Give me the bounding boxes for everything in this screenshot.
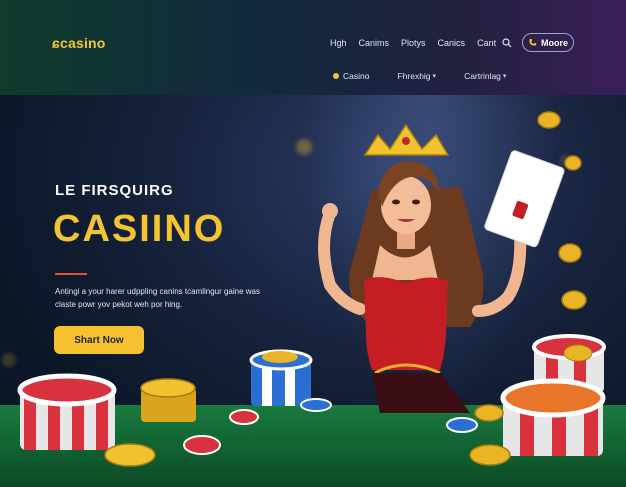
search-icon[interactable] — [502, 38, 512, 48]
top-header: ɕcasino Hgh Canims Plotys Canics Cant Mo… — [0, 0, 626, 95]
playing-card-icon — [484, 150, 565, 248]
hero-section: LE FIRSQUIRG CASIINO Antingi a your hare… — [0, 95, 626, 487]
more-button-label: Moore — [541, 37, 568, 48]
nav-link-plotys[interactable]: Plotys — [401, 38, 426, 48]
more-button[interactable]: Moore — [522, 33, 574, 52]
orange-chip-stack-icon — [500, 378, 606, 456]
sub-nav-label: Casino — [343, 71, 370, 81]
casino-logo[interactable]: ɕcasino — [52, 35, 106, 51]
hero-illustration — [17, 111, 606, 467]
sub-nav-label: Cartrinlag — [464, 71, 501, 81]
nav-link-hgh[interactable]: Hgh — [330, 38, 347, 48]
sub-nav-casino[interactable]: Casino — [333, 71, 369, 81]
nav-link-canics[interactable]: Canics — [438, 38, 466, 48]
sub-nav: Casino Fhrexhig ▾ Cartrinlag ▾ — [333, 71, 506, 81]
blue-chip-stack-icon — [249, 349, 313, 406]
chevron-down-icon: ▾ — [432, 73, 437, 80]
sub-nav-cartrinlag[interactable]: Cartrinlag ▾ — [464, 71, 506, 81]
phone-icon — [529, 38, 537, 46]
nav-link-canims[interactable]: Canims — [359, 38, 390, 48]
sub-nav-label: Fhrexhig — [397, 71, 431, 81]
gold-chip-stack-icon — [104, 378, 196, 467]
main-nav: Hgh Canims Plotys Canics Cant — [330, 38, 522, 48]
dot-icon — [333, 73, 339, 79]
sub-nav-fhrexhig[interactable]: Fhrexhig ▾ — [397, 71, 436, 81]
nav-link-cant[interactable]: Cant — [477, 38, 496, 48]
woman-illustration — [318, 123, 528, 413]
red-chip-stack-icon — [17, 373, 117, 450]
chevron-down-icon: ▾ — [502, 73, 507, 80]
